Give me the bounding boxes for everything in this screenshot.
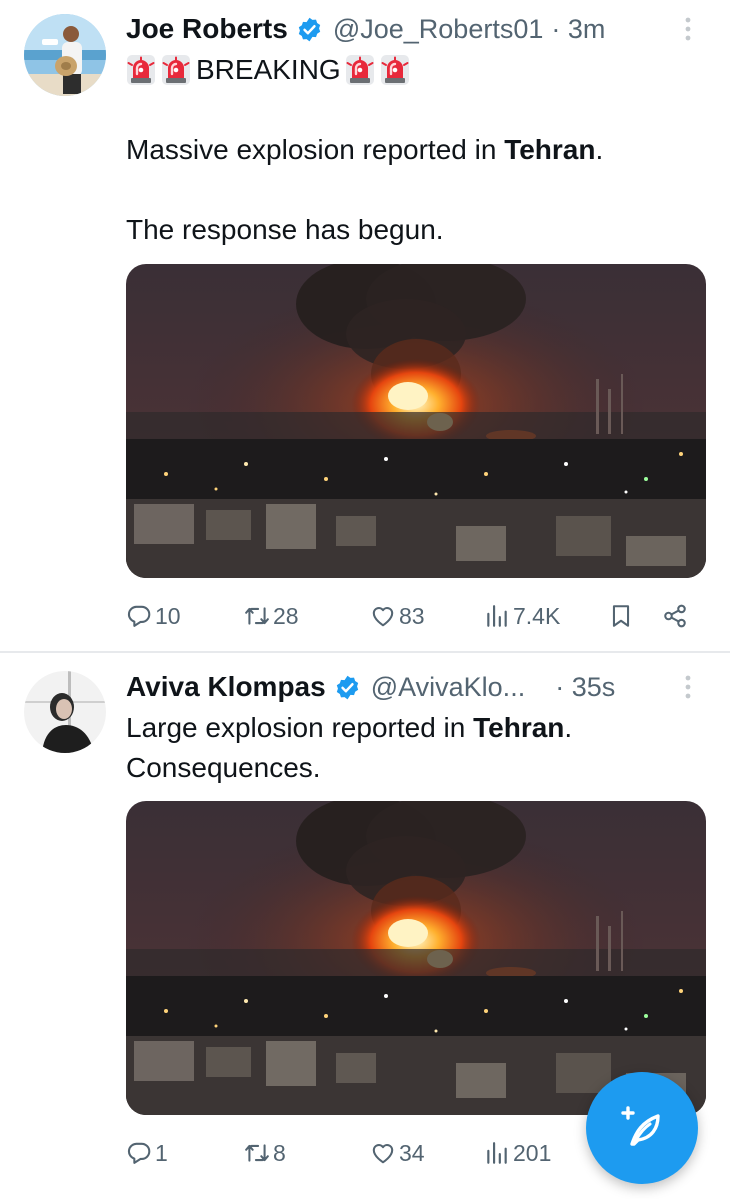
view-count: 201 [513, 1139, 552, 1166]
tweet-line-1: Large explosion reported in Tehran. [126, 712, 573, 743]
repost-button[interactable]: 28 [244, 596, 299, 636]
repost-icon [244, 603, 270, 629]
author-handle[interactable]: @Joe_Roberts01 [333, 14, 544, 45]
verified-badge-icon [296, 16, 323, 43]
repost-count: 8 [273, 1139, 286, 1166]
repost-count: 28 [273, 602, 299, 629]
heart-icon [370, 603, 396, 629]
author-name[interactable]: Joe Roberts [126, 13, 288, 45]
view-count: 7.4K [513, 602, 561, 629]
explosion-photo [126, 264, 706, 578]
more-vertical-icon[interactable] [676, 14, 700, 44]
reply-button[interactable]: 10 [126, 596, 181, 636]
like-button[interactable]: 34 [370, 1133, 425, 1173]
like-count: 34 [399, 1139, 425, 1166]
views-chart-icon [484, 1140, 510, 1166]
tweet-header: Joe Roberts @Joe_Roberts01 · 3m [126, 10, 700, 48]
compose-post-button[interactable] [586, 1072, 698, 1184]
reply-button[interactable]: 1 [126, 1133, 168, 1173]
views-button[interactable]: 7.4K [484, 596, 560, 636]
avatar-aviva-klompas[interactable] [24, 671, 106, 753]
verified-badge-icon [334, 674, 361, 701]
share-button[interactable] [662, 596, 691, 636]
tweet-text: Large explosion reported in Tehran. Cons… [126, 708, 706, 788]
tweet-joe-roberts[interactable]: Joe Roberts @Joe_Roberts01 · 3m BREAKING… [0, 0, 730, 652]
bookmark-button[interactable] [608, 596, 637, 636]
views-chart-icon [484, 603, 510, 629]
share-icon [662, 603, 688, 629]
author-name[interactable]: Aviva Klompas [126, 671, 326, 703]
bookmark-icon [608, 603, 634, 629]
explosion-photo [126, 801, 706, 1115]
repost-icon [244, 1140, 270, 1166]
reply-count: 10 [155, 602, 181, 629]
police-siren-icon [380, 54, 410, 86]
police-siren-icon [126, 54, 156, 86]
tweet-text: BREAKING Massive explosion reported in T… [126, 50, 706, 250]
tweet-line-2: The response has begun. [126, 214, 444, 245]
action-bar: 10 28 83 7.4K [126, 596, 706, 636]
compose-post-icon [621, 1106, 660, 1146]
post-time[interactable]: · 35s [555, 672, 615, 703]
tweet-header: Aviva Klompas @AvivaKlo... · 35s [126, 668, 700, 706]
tweet-line-1: Massive explosion reported in Tehran. [126, 134, 604, 165]
tweet-image[interactable] [126, 801, 706, 1115]
tweet-line-2: Consequences. [126, 752, 321, 783]
tweet-image[interactable] [126, 264, 706, 578]
breaking-label: BREAKING [196, 54, 341, 85]
like-count: 83 [399, 602, 425, 629]
avatar-joe-roberts[interactable] [24, 14, 106, 96]
reply-icon [126, 1140, 152, 1166]
post-time[interactable]: · 3m [551, 14, 605, 45]
heart-icon [370, 1140, 396, 1166]
more-vertical-icon[interactable] [676, 672, 700, 702]
author-handle[interactable]: @AvivaKlo... [371, 672, 525, 703]
repost-button[interactable]: 8 [244, 1133, 286, 1173]
police-siren-icon [345, 54, 375, 86]
breaking-line: BREAKING [126, 50, 706, 90]
views-button[interactable]: 201 [484, 1133, 551, 1173]
like-button[interactable]: 83 [370, 596, 425, 636]
police-siren-icon [161, 54, 191, 86]
reply-count: 1 [155, 1139, 168, 1166]
reply-icon [126, 603, 152, 629]
